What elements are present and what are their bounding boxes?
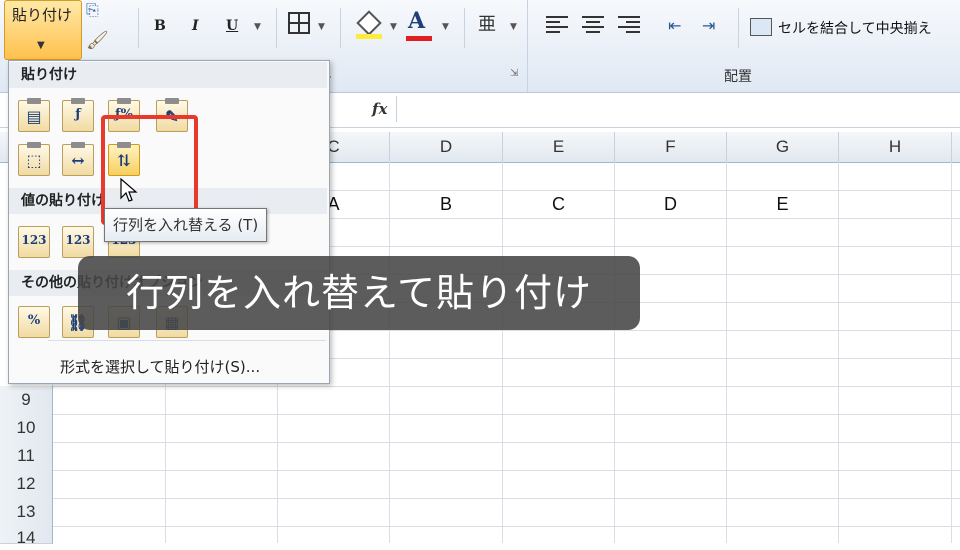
caption-banner: 行列を入れ替えて貼り付け — [78, 256, 640, 330]
align-center-icon[interactable] — [582, 16, 604, 34]
chevron-down-icon[interactable]: ▼ — [442, 22, 449, 32]
merge-center-button[interactable]: セルを結合して中央揃え — [778, 18, 932, 38]
phonetic-guide-icon[interactable]: 亜 — [478, 10, 496, 36]
paste-button-label: 貼り付け — [11, 6, 72, 24]
cell[interactable]: B — [390, 190, 502, 218]
fill-color-icon[interactable] — [356, 10, 382, 39]
row-header-14[interactable]: 14 — [0, 526, 53, 547]
chevron-down-icon[interactable]: ▼ — [37, 40, 45, 51]
mouse-cursor-icon — [120, 178, 138, 202]
values-icon-label: 123 — [65, 233, 91, 247]
chevron-down-icon[interactable]: ▼ — [318, 22, 325, 32]
column-header-e[interactable]: E — [503, 132, 615, 162]
cell[interactable]: D — [615, 190, 726, 218]
values-icon-label: 123 — [21, 233, 47, 247]
grid-line — [52, 470, 960, 471]
paste-special-menu-item[interactable]: 形式を選択して貼り付け(S)... — [60, 356, 260, 377]
dialog-launcher-icon[interactable]: ⇲ — [510, 68, 518, 79]
grid-line — [951, 162, 952, 543]
row-header-10[interactable]: 10 — [0, 414, 53, 443]
tooltip: 行列を入れ替える (T) — [104, 208, 268, 242]
alignment-group-label: 配置 — [724, 69, 752, 85]
ribbon-separator — [738, 8, 739, 48]
paste-keep-column-widths-icon[interactable]: ↔ — [62, 142, 94, 176]
grid-line — [52, 498, 960, 499]
grid-line — [52, 526, 960, 527]
paste-formatting-icon[interactable]: % — [18, 306, 50, 338]
row-header-11[interactable]: 11 — [0, 442, 53, 471]
ribbon-separator — [340, 8, 341, 48]
row-header-9[interactable]: 9 — [0, 386, 53, 415]
merge-cells-icon[interactable] — [750, 18, 772, 36]
increase-indent-icon[interactable]: ⇥ — [702, 16, 715, 35]
ribbon-separator — [138, 8, 139, 48]
italic-button[interactable]: I — [192, 18, 199, 34]
column-header-h[interactable]: H — [839, 132, 952, 162]
grid-line — [52, 414, 960, 415]
font-color-swatch — [406, 36, 432, 41]
grid-line — [502, 162, 503, 543]
format-painter-icon[interactable]: 🖌 — [86, 30, 109, 51]
menu-separator — [48, 340, 326, 341]
row-header-13[interactable]: 13 — [0, 498, 53, 527]
underline-button[interactable]: U — [226, 18, 238, 34]
paste-icon[interactable]: ▤ — [18, 98, 50, 132]
grid-line — [726, 162, 727, 543]
column-header-g[interactable]: G — [727, 132, 839, 162]
menu-section-paste: 貼り付け — [9, 62, 327, 88]
grid-line — [389, 162, 390, 543]
font-color-button[interactable]: A — [408, 8, 425, 34]
paste-values-number-format-icon[interactable]: 123 — [62, 226, 94, 258]
column-header-f[interactable]: F — [615, 132, 727, 162]
paste-values-icon[interactable]: 123 — [18, 226, 50, 258]
paste-no-borders-icon[interactable]: ⬚ — [18, 142, 50, 176]
bold-button[interactable]: B — [154, 18, 166, 34]
chevron-down-icon[interactable]: ▼ — [254, 22, 261, 32]
chevron-down-icon[interactable]: ▼ — [390, 22, 397, 32]
ribbon-separator — [276, 8, 277, 48]
formula-bar-separator — [396, 96, 397, 122]
chevron-down-icon[interactable]: ▼ — [510, 22, 517, 32]
grid-line — [52, 442, 960, 443]
insert-function-icon[interactable]: fx — [372, 100, 387, 118]
cell[interactable]: E — [727, 190, 838, 218]
align-right-icon[interactable] — [618, 16, 640, 34]
ribbon-group-divider — [527, 0, 528, 92]
align-left-icon[interactable] — [546, 16, 568, 34]
borders-icon[interactable] — [288, 12, 310, 34]
grid-line — [838, 162, 839, 543]
paste-formulas-icon[interactable]: ƒ — [62, 98, 94, 132]
cell[interactable]: C — [503, 190, 614, 218]
column-header-d[interactable]: D — [390, 132, 503, 162]
copy-icon[interactable]: ⎘ — [86, 0, 99, 20]
ribbon-separator — [464, 8, 465, 48]
grid-line — [52, 386, 960, 387]
grid-line — [614, 162, 615, 543]
decrease-indent-icon[interactable]: ⇤ — [668, 16, 681, 35]
row-header-12[interactable]: 12 — [0, 470, 53, 499]
